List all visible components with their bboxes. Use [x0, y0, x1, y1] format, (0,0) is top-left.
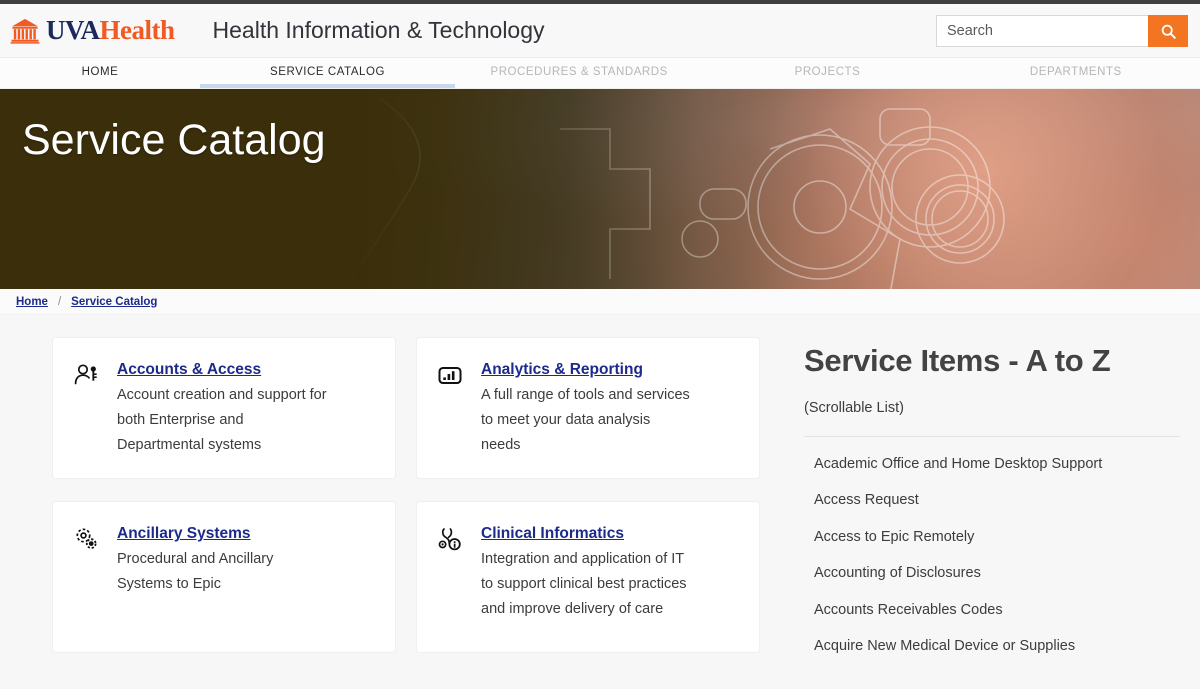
- list-item[interactable]: Accounting of Disclosures: [814, 556, 1180, 592]
- site-header: UVAHealth Health Information & Technolog…: [0, 4, 1200, 58]
- nav-item-home-wrap[interactable]: HOME: [0, 58, 200, 88]
- card-body: Accounts & Access Account creation and s…: [117, 360, 377, 458]
- sidebar-title: Service Items - A to Z: [804, 343, 1180, 379]
- breadcrumb-item-service-catalog[interactable]: Service Catalog: [71, 296, 157, 308]
- service-card-description: Account creation and support for both En…: [117, 383, 327, 458]
- service-card-description: Procedural and Ancillary Systems to Epic: [117, 547, 327, 597]
- nav-item-projects-label: PROJECTS: [795, 66, 861, 78]
- stethoscope-info-icon: [437, 526, 463, 552]
- service-category-grid: Accounts & Access Account creation and s…: [52, 337, 760, 653]
- nav-item-projects[interactable]: PROJECTS: [703, 58, 951, 88]
- search-button[interactable]: [1148, 15, 1188, 47]
- logo-text-health: Health: [100, 15, 175, 45]
- sidebar-subtitle: (Scrollable List): [804, 400, 1180, 416]
- service-category-grid-column: Accounts & Access Account creation and s…: [0, 337, 790, 689]
- card-body: Ancillary Systems Procedural and Ancilla…: [117, 524, 377, 632]
- service-card-clinical-informatics[interactable]: Clinical Informatics Integration and app…: [416, 501, 760, 653]
- search-icon: [1160, 23, 1177, 40]
- list-item[interactable]: Access to Epic Remotely: [814, 520, 1180, 556]
- service-card-title[interactable]: Accounts & Access: [117, 360, 261, 380]
- site-title: Health Information & Technology: [213, 17, 545, 44]
- card-body: Analytics & Reporting A full range of to…: [481, 360, 741, 458]
- nav-item-departments-label: DEPARTMENTS: [1030, 66, 1122, 78]
- service-card-title[interactable]: Ancillary Systems: [117, 524, 251, 544]
- service-card-accounts-access[interactable]: Accounts & Access Account creation and s…: [52, 337, 396, 479]
- service-items-list[interactable]: Academic Office and Home Desktop Support…: [804, 437, 1180, 665]
- service-card-description: A full range of tools and services to me…: [481, 383, 691, 458]
- main-navigation: HOME SERVICE CATALOG PROCEDURES & STANDA…: [0, 58, 1200, 89]
- card-icon-wrap: [73, 360, 99, 458]
- service-card-title[interactable]: Clinical Informatics: [481, 524, 624, 544]
- search-input[interactable]: [936, 15, 1148, 47]
- gears-icon: [73, 526, 99, 552]
- rotunda-icon: [10, 18, 40, 44]
- list-item[interactable]: Accounts Receivables Codes: [814, 593, 1180, 629]
- logo-text-uva: UVA: [46, 15, 100, 45]
- bar-chart-icon: [437, 362, 463, 388]
- nav-item-procedures-standards-label: PROCEDURES & STANDARDS: [490, 66, 667, 78]
- list-item[interactable]: Access Request: [814, 483, 1180, 519]
- breadcrumb-item-home[interactable]: Home: [16, 296, 48, 308]
- service-card-title[interactable]: Analytics & Reporting: [481, 360, 643, 380]
- hero-title: Service Catalog: [22, 116, 326, 165]
- hero-banner: Service Catalog: [0, 89, 1200, 289]
- search-bar[interactable]: [936, 15, 1188, 47]
- list-item[interactable]: Academic Office and Home Desktop Support: [814, 447, 1180, 483]
- card-icon-wrap: [73, 524, 99, 632]
- nav-item-departments[interactable]: DEPARTMENTS: [952, 58, 1200, 88]
- card-icon-wrap: [437, 360, 463, 458]
- breadcrumb-separator: /: [58, 296, 61, 308]
- card-body: Clinical Informatics Integration and app…: [481, 524, 741, 632]
- nav-item-home: HOME: [82, 66, 119, 78]
- service-card-description: Integration and application of IT to sup…: [481, 547, 691, 622]
- service-card-ancillary-systems[interactable]: Ancillary Systems Procedural and Ancilla…: [52, 501, 396, 653]
- nav-item-service-catalog-label: SERVICE CATALOG: [270, 66, 385, 78]
- page-body: Accounts & Access Account creation and s…: [0, 315, 1200, 689]
- list-item[interactable]: Acquire New Medical Device or Supplies: [814, 629, 1180, 665]
- card-icon-wrap: [437, 524, 463, 632]
- person-key-icon: [73, 362, 99, 388]
- service-items-sidebar: Service Items - A to Z (Scrollable List)…: [790, 337, 1200, 689]
- nav-item-service-catalog[interactable]: SERVICE CATALOG: [200, 58, 455, 88]
- service-card-analytics-reporting[interactable]: Analytics & Reporting A full range of to…: [416, 337, 760, 479]
- uva-health-logo[interactable]: UVAHealth: [10, 17, 175, 44]
- nav-item-procedures-standards[interactable]: PROCEDURES & STANDARDS: [455, 58, 703, 88]
- breadcrumb: Home / Service Catalog: [0, 289, 1200, 315]
